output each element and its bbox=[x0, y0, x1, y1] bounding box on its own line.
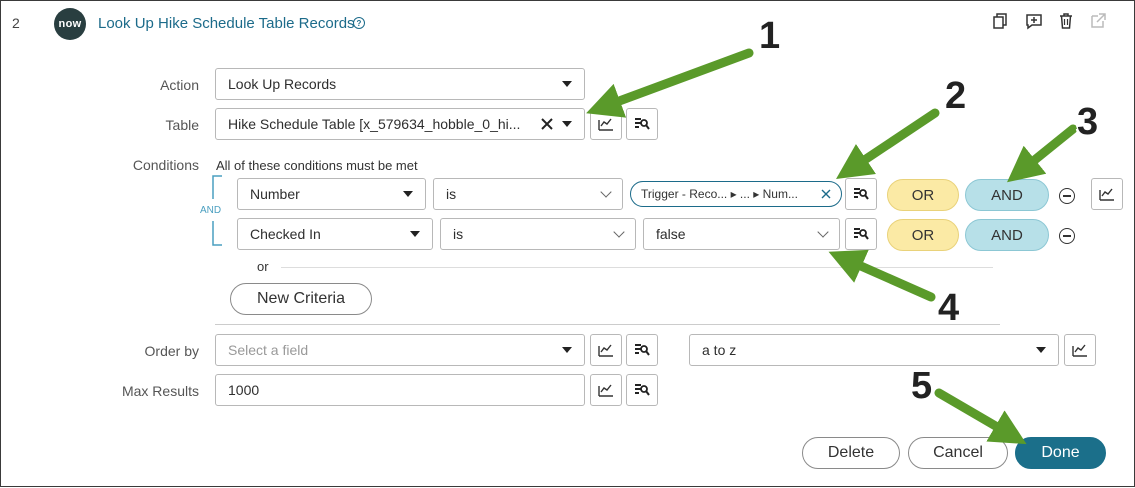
arrow-2 bbox=[836, 108, 940, 179]
arrow-1 bbox=[586, 48, 754, 118]
arrow-5 bbox=[934, 388, 1027, 445]
annotation-number-5: 5 bbox=[911, 365, 933, 407]
annotation-number-1: 1 bbox=[759, 15, 781, 57]
annotation-number-2: 2 bbox=[945, 75, 967, 117]
arrow-3 bbox=[1006, 124, 1078, 183]
flow-step-panel: 2 now Look Up Hike Schedule Table Record… bbox=[0, 0, 1135, 487]
annotation-number-3: 3 bbox=[1077, 101, 1099, 143]
arrow-4 bbox=[828, 249, 936, 302]
annotation-number-4: 4 bbox=[938, 287, 960, 329]
